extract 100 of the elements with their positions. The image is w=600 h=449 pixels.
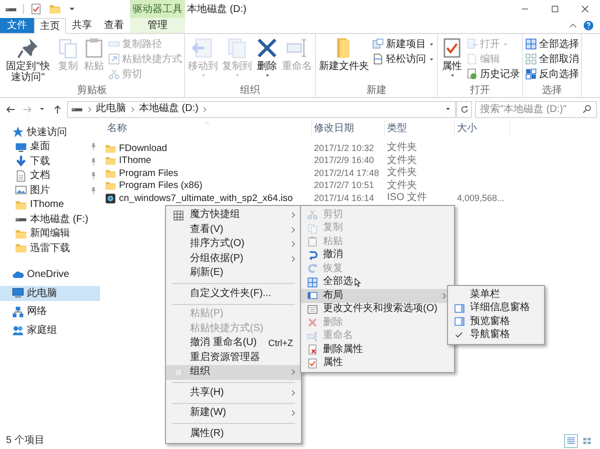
nav-item[interactable]: 文档 [0,168,100,183]
menu-item[interactable]: 查看(V) [166,222,301,237]
ribbon-button[interactable]: 反向选择 [525,67,579,81]
pane-icon [454,316,464,328]
move-icon [192,37,214,59]
scissors-icon [108,68,120,80]
people-icon [12,324,24,336]
nav-item[interactable]: IThome [0,198,100,212]
up-icon [52,104,62,114]
forward-icon [22,104,32,114]
refresh-button[interactable] [456,100,472,118]
pin-icon [89,142,98,152]
menu-item[interactable]: 撤消 重命名(U) Ctrl+Z [166,336,301,350]
menu-item[interactable]: 删除属性 [301,343,454,356]
status-text: 5 个项目 [6,434,44,448]
path-segment[interactable]: 此电脑 [96,104,126,114]
nav-item[interactable]: 下载 [0,154,100,168]
pane-icon [454,302,464,314]
ribbon-tab[interactable]: 管理 [130,18,185,33]
file-name[interactable]: Program Files (x86) [119,181,202,190]
file-type: 文件夹 [386,168,418,178]
nav-item[interactable]: OneDrive [0,268,100,282]
open-icon [466,38,478,50]
column-header[interactable]: 名称 [105,120,312,136]
ribbon-tab[interactable]: 查看 [98,18,130,33]
ribbon-button[interactable]: 固定到"快速访问" [2,37,54,83]
pin-icon [89,186,98,195]
menu-item[interactable]: 分组依据(P) [166,252,301,266]
menu-item[interactable]: 刷新(E) [166,266,301,280]
tiles-view-icon [582,436,592,446]
ribbon-button[interactable]: 属性 [440,37,464,79]
window-title: 本地磁盘 (D:) [187,2,248,16]
ribbon-button[interactable]: 历史记录 [466,67,520,81]
menu-item[interactable]: 属性(R) [166,426,301,441]
caret-icon [448,72,456,79]
nav-item[interactable]: 桌面 [0,140,100,154]
nav-item[interactable]: 迅雷下载 [0,241,100,256]
file-date: 2017/2/7 10:51 [313,181,376,190]
file-name[interactable]: Program Files [119,168,178,178]
menu-item[interactable]: 重启资源管理器 [166,350,301,365]
context-tab-label: 驱动器工具 [130,0,185,18]
nav-item[interactable]: 新闻编辑 [0,226,100,241]
file-date: 2017/2/9 16:40 [313,156,376,166]
copy-icon [306,222,318,234]
file-name[interactable]: FDownload [119,144,168,153]
menu-item[interactable]: 属性 [301,356,454,370]
nav-item[interactable]: 快速访问 [0,125,100,140]
ribbon-button[interactable]: 新建文件夹 [318,37,370,72]
computer-icon [12,287,24,300]
nav-item[interactable]: 此电脑 [0,286,100,300]
nav-item[interactable]: 家庭组 [0,323,100,338]
column-header[interactable]: 类型 [385,120,455,136]
folder-icon [15,198,27,211]
menu-item[interactable]: 自定义文件夹(F)... [166,286,301,301]
file-type: 文件夹 [386,180,418,191]
folder-icon [105,168,116,179]
chevron-icon [289,388,297,397]
folder-icon [15,228,27,240]
column-header[interactable]: 修改日期 [312,120,385,136]
ribbon-button[interactable]: 轻松访问 [372,52,435,66]
file-name[interactable]: IThome [119,156,152,166]
details-view-button[interactable] [564,434,578,448]
pin-icon [89,171,98,180]
path-segment[interactable]: 本地磁盘 (D:) [139,104,198,114]
ribbon-tab[interactable]: 共享 [66,18,98,33]
history-icon [466,68,478,80]
menu-item[interactable]: 撤消 [301,248,454,262]
menu-item[interactable]: 全部选 [301,276,454,289]
ribbon-button[interactable]: 删除 [255,37,279,79]
group-label: 组织 [239,85,261,97]
ribbon-button[interactable]: 全部选择 [525,37,579,51]
properties-icon [306,358,318,369]
picture-icon [15,184,27,196]
nav-item[interactable]: 图片 [0,183,100,198]
address-bar[interactable]: 此电脑 本地磁盘 (D:) [67,100,456,118]
ribbon-tab[interactable]: 文件 [0,18,34,33]
ribbon-tab[interactable]: 主页 [34,18,66,34]
disc-image-icon [105,192,116,204]
column-header[interactable]: 大小 [455,120,510,136]
menu-item[interactable]: 魔方快捷组 [166,208,301,222]
nav-item[interactable]: 本地磁盘 (F:) [0,212,100,226]
menu-item[interactable]: 排序方式(O) [166,237,301,252]
copy-icon [226,37,248,59]
nav-item[interactable]: 网络 [0,304,100,319]
search-field[interactable]: 搜索"本地磁盘 (D:)" [475,100,597,118]
copy-icon [57,37,79,59]
file-name[interactable]: cn_windows7_ultimate_with_sp2_x64.iso [119,194,293,203]
new-item-icon [372,38,384,50]
menu-item[interactable]: 组织 [166,365,301,380]
caret-icon [200,72,206,79]
ribbon-button[interactable]: 全部取消 [525,52,579,66]
pin-icon [89,156,98,166]
menu-item[interactable]: 新建(W) [166,406,301,420]
menu-item[interactable]: 共享(H) [166,386,301,400]
layout-icon [306,290,318,302]
caret-icon [428,40,435,48]
help-icon [582,20,594,31]
ribbon-button[interactable]: 新建项目 [372,37,435,51]
check-icon [454,330,464,340]
caret-icon [428,56,435,62]
